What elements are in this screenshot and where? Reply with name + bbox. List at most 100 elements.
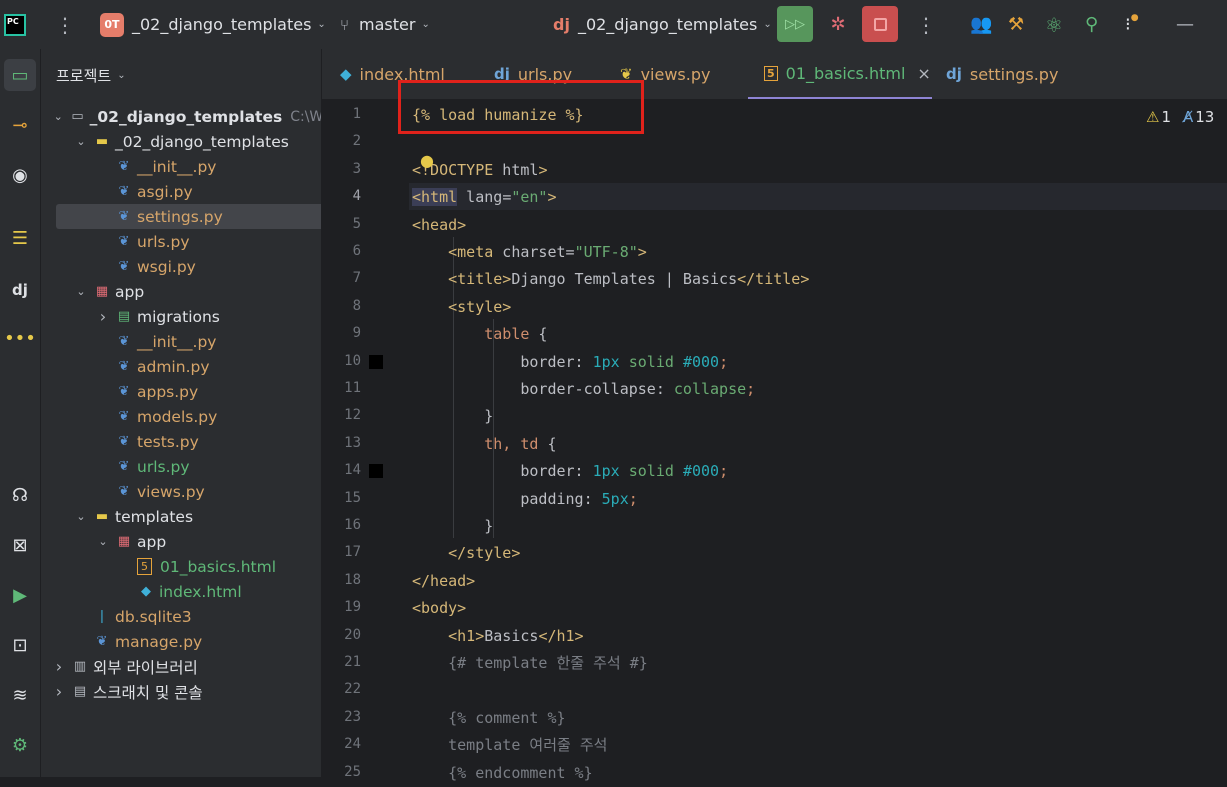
chevron-right-icon[interactable]: › (95, 307, 111, 326)
django-icon: dj (946, 65, 962, 83)
tree-item[interactable]: ❘ db.sqlite3 (41, 604, 321, 629)
code-line[interactable]: table { (412, 321, 547, 348)
search-icon[interactable]: ⚲ (1085, 0, 1098, 49)
tree-item[interactable]: ❦ urls.py (41, 229, 321, 254)
code-line[interactable]: <h1>Basics</h1> (412, 623, 583, 650)
tree-item[interactable]: ❦ tests.py (41, 429, 321, 454)
services-icon[interactable]: ▶ (4, 579, 36, 611)
gear-icon[interactable]: ⚙ (4, 729, 36, 761)
tree-item[interactable]: › ▤ 스크래치 및 콘솔 (41, 679, 321, 704)
code-line[interactable]: {% endcomment %} (412, 760, 593, 787)
tools-icon[interactable]: ⚒ (1008, 0, 1024, 49)
tab-01-basics-html[interactable]: 5 01_basics.html × (748, 49, 932, 99)
tree-item[interactable]: 5 01_basics.html (41, 554, 321, 579)
django-html-icon: ◆ (141, 584, 151, 599)
tab-label: settings.py (969, 64, 1059, 84)
structure-icon[interactable]: ☰ (4, 222, 36, 254)
minimize-icon[interactable]: — (1176, 0, 1194, 49)
run-config-selector[interactable]: dj _02_django_templates ⌄ (553, 0, 772, 49)
line-number: 4 (352, 188, 361, 205)
commit-icon[interactable]: ⊸ (4, 109, 36, 141)
tree-item[interactable]: ❦ urls.py (41, 454, 321, 479)
code-line[interactable]: border: 1px solid #000; (412, 349, 728, 376)
code-line[interactable]: padding: 5px; (412, 486, 637, 513)
project-tool-icon[interactable]: ▭ (4, 59, 36, 91)
tab-settings-py[interactable]: dj settings.py (946, 49, 1066, 99)
tree-item-label: apps.py (137, 382, 199, 401)
tree-item[interactable]: ⌄ ▬ _02_django_templates (41, 129, 321, 154)
project-selector[interactable]: 0T _02_django_templates ⌄ (100, 0, 326, 49)
stop-button[interactable] (862, 6, 898, 42)
code-line[interactable]: <title>Django Templates | Basics</title> (412, 266, 809, 293)
settings-icon[interactable]: ⁝ ● (1125, 0, 1139, 49)
code-line[interactable]: <meta charset="UTF-8"> (412, 239, 647, 266)
chevron-right-icon[interactable]: › (51, 682, 67, 701)
code-line[interactable]: </head> (412, 568, 475, 595)
code-line[interactable]: template 여러줄 주석 (412, 732, 607, 759)
chevron-down-icon[interactable]: ⌄ (73, 135, 89, 148)
tree-item[interactable]: ◆ index.html (41, 579, 321, 604)
tree-item[interactable]: ❦ __init__.py (41, 154, 321, 179)
ai-assistant-icon[interactable]: ⚛ (1045, 0, 1063, 49)
inspection-widget[interactable]: ⚠ 1 A̸ 13 (1146, 100, 1214, 134)
code-token: solid (619, 352, 683, 371)
code-line[interactable]: th, td { (412, 431, 556, 458)
tree-item[interactable]: ❦ asgi.py (41, 179, 321, 204)
github-icon[interactable]: ◉ (4, 159, 36, 191)
code-line[interactable]: <style> (412, 294, 511, 321)
problems-icon[interactable]: ⊡ (4, 629, 36, 661)
tree-item-label: app (115, 282, 145, 301)
app-logo-icon[interactable]: PC (4, 0, 26, 49)
color-swatch-icon[interactable] (369, 354, 383, 369)
chevron-down-icon[interactable]: ⌄ (51, 110, 65, 123)
code-line[interactable]: {# template 한줄 주석 #} (412, 650, 648, 677)
chevron-down-icon[interactable]: ⌄ (73, 510, 89, 523)
code-line[interactable]: } (412, 513, 493, 540)
tree-item[interactable]: ❦ views.py (41, 479, 321, 504)
tree-item[interactable]: ⌄ ▦ app (41, 529, 321, 554)
tree-item[interactable]: › ▤ migrations (41, 304, 321, 329)
tab-label: 01_basics.html (785, 63, 906, 83)
branch-selector[interactable]: ⑂ master ⌄ (340, 0, 430, 49)
more-tools-icon[interactable]: ••• (4, 322, 36, 354)
layers-icon[interactable]: ≋ (4, 679, 36, 711)
tree-item[interactable]: ⌄ ▦ app (41, 279, 321, 304)
close-icon[interactable]: × (917, 64, 930, 83)
tree-item[interactable]: › ▥ 외부 라이브러리 (41, 654, 321, 679)
color-swatch-icon[interactable] (369, 464, 383, 479)
code-line[interactable]: border-collapse: collapse; (412, 376, 755, 403)
code-line[interactable]: </style> (412, 540, 520, 567)
code-line[interactable]: <body> (412, 595, 466, 622)
library-icon: ▥ (73, 659, 87, 674)
python-console-icon[interactable]: ☊ (4, 479, 36, 511)
more-actions-icon[interactable]: ⋮ (916, 0, 936, 49)
tree-item[interactable]: ⌄ ▭ _02_django_templates C:\Wo (41, 104, 321, 129)
code-token: <head> (412, 215, 467, 234)
chevron-down-icon[interactable]: ⌄ (73, 285, 89, 298)
main-menu-icon[interactable]: ⋮ (55, 0, 75, 49)
code-line[interactable]: border: 1px solid #000; (412, 458, 728, 485)
project-panel-title[interactable]: 프로젝트 ⌄ (56, 65, 126, 86)
line-number: 9 (352, 325, 361, 342)
tree-item[interactable]: ❦ settings.py (56, 204, 321, 229)
lightbulb-icon[interactable]: ● (420, 151, 434, 170)
chevron-right-icon[interactable]: › (51, 657, 67, 676)
run-button[interactable]: ▷▷ (777, 6, 813, 42)
chevron-down-icon[interactable]: ⌄ (95, 535, 111, 548)
tree-item[interactable]: ❦ apps.py (41, 379, 321, 404)
code-line[interactable]: } (412, 403, 493, 430)
tree-item[interactable]: ❦ manage.py (41, 629, 321, 654)
django-structure-icon[interactable]: dj (4, 274, 36, 306)
code-with-me-icon[interactable]: 👥 (970, 0, 992, 49)
code-editor[interactable]: 1 2 3 4 5 6 7 8 9 10 11 12 13 14 15 16 17 18 19 20 21 22 23 24 2… (322, 100, 1227, 782)
tree-item[interactable]: ❦ __init__.py (41, 329, 321, 354)
code-line[interactable]: <html lang="en"> (412, 184, 557, 211)
debug-button[interactable]: ✲ (820, 6, 856, 42)
tree-item[interactable]: ❦ wsgi.py (41, 254, 321, 279)
tree-item[interactable]: ⌄ ▬ templates (41, 504, 321, 529)
tree-item[interactable]: ❦ admin.py (41, 354, 321, 379)
excel-icon[interactable]: ⊠ (4, 529, 36, 561)
code-line[interactable]: <head> (412, 212, 466, 239)
code-line[interactable]: {% comment %} (412, 705, 565, 732)
tree-item[interactable]: ❦ models.py (41, 404, 321, 429)
